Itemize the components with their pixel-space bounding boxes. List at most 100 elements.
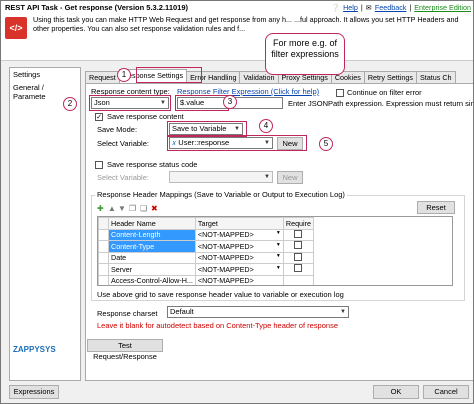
filter-examples-bubble: For more e.g. of filter expressions	[265, 33, 345, 75]
table-row[interactable]: Content-Type <NOT-MAPPED> ▼	[98, 240, 315, 253]
chevron-down-icon: ▼	[275, 264, 281, 271]
separator: |	[409, 3, 412, 12]
charset-select[interactable]: Default ▼	[167, 306, 349, 318]
status-new-button[interactable]: New	[277, 171, 303, 184]
expressions-button[interactable]: Expressions	[9, 385, 59, 399]
header-name-cell[interactable]: Server	[108, 263, 196, 276]
filter-highlight	[175, 95, 229, 111]
target-value: <NOT-MAPPED>	[197, 241, 254, 251]
continue-on-error-label: Continue on filter error	[347, 88, 422, 97]
target-cell[interactable]: <NOT-MAPPED> ▼	[194, 240, 284, 253]
separator: |	[360, 3, 363, 12]
target-cell[interactable]: <NOT-MAPPED> ▼	[194, 251, 284, 264]
charset-value: Default	[170, 307, 194, 316]
status-variable-select[interactable]: ▼	[169, 171, 273, 183]
row-marker	[98, 274, 109, 285]
move-down-icon[interactable]: ▼	[118, 204, 126, 213]
table-row[interactable]: Access-Control-Allow-H... <NOT-MAPPED>	[98, 274, 315, 286]
header-name-cell[interactable]: Content-Type	[108, 240, 196, 253]
mappings-table: Header Name Target Require Content-Lengt…	[98, 217, 315, 286]
row-marker	[98, 240, 109, 253]
require-checkbox[interactable]	[294, 264, 303, 273]
header-name-cell[interactable]: Access-Control-Allow-H...	[108, 274, 196, 285]
test-request-button[interactable]: Test Request/Response	[87, 339, 163, 361]
table-row[interactable]: Server <NOT-MAPPED> ▼	[98, 263, 315, 276]
status-variable-label: Select Variable:	[97, 173, 149, 182]
charset-note: Leave it blank for autodetect based on C…	[97, 321, 338, 330]
header-name-cell[interactable]: Date	[108, 251, 196, 264]
require-checkbox[interactable]	[294, 229, 303, 238]
move-up-icon[interactable]: ▲	[108, 204, 116, 213]
require-cell[interactable]	[282, 263, 315, 276]
window-title: REST API Task - Get response (Version 5.…	[5, 3, 188, 12]
chevron-down-icon: ▼	[340, 309, 346, 315]
settings-sidebar: Settings General / Paramete	[9, 67, 81, 381]
zappysys-logo-text: ZAPPYSYS	[13, 345, 56, 354]
rest-api-task-window: REST API Task - Get response (Version 5.…	[0, 0, 474, 404]
callout-4: 4	[259, 119, 273, 133]
require-cell[interactable]	[282, 274, 315, 285]
cancel-button[interactable]: Cancel	[423, 385, 469, 399]
tab-status-check[interactable]: Status Ch	[415, 71, 456, 83]
callout-5: 5	[319, 137, 333, 151]
require-checkbox[interactable]	[294, 252, 303, 261]
target-value: <NOT-MAPPED>	[197, 230, 254, 240]
rest-api-icon: </>	[5, 17, 27, 39]
callout-3: 3	[223, 95, 237, 109]
select-variable-label: Select Variable:	[97, 139, 149, 148]
save-mode-label: Save Mode:	[97, 125, 138, 134]
save-status-checkbox[interactable]	[95, 161, 103, 169]
continue-on-error-checkbox[interactable]	[336, 89, 344, 97]
column-header-name: Header Name	[108, 217, 196, 230]
zappysys-logo: ZAPPYSYS	[13, 345, 56, 354]
callout-2: 2	[63, 97, 77, 111]
help-link[interactable]: Help	[343, 3, 358, 12]
task-description: Using this task you can make HTTP Web Re…	[33, 15, 459, 33]
paste-icon[interactable]: ❏	[140, 204, 147, 213]
require-checkbox[interactable]	[294, 241, 303, 250]
sidebar-item-settings[interactable]: Settings	[10, 68, 80, 81]
charset-label: Response charset	[97, 309, 158, 318]
table-row[interactable]: Content-Length <NOT-MAPPED> ▼	[98, 228, 315, 241]
column-header-require: Require	[282, 217, 315, 230]
target-value: <NOT-MAPPED>	[197, 264, 254, 274]
target-cell[interactable]: <NOT-MAPPED>	[194, 274, 284, 286]
row-marker	[98, 228, 109, 241]
header-panel: REST API Task - Get response (Version 5.…	[1, 1, 473, 61]
help-icon: ❔	[331, 3, 341, 12]
row-marker	[98, 251, 109, 264]
table-header-row: Header Name Target Require	[98, 217, 315, 230]
enterprise-edition-link[interactable]: Enterprise Edition	[414, 3, 471, 12]
require-cell[interactable]	[282, 251, 315, 264]
chevron-down-icon: ▼	[275, 230, 281, 237]
mappings-hint: Use above grid to save response header v…	[97, 290, 344, 299]
filter-hint: Enter JSONPath expression. Expression mu…	[288, 99, 474, 108]
save-status-label: Save response status code	[107, 160, 198, 169]
ok-button[interactable]: OK	[373, 385, 419, 399]
target-cell[interactable]: <NOT-MAPPED> ▼	[194, 228, 284, 241]
target-cell[interactable]: <NOT-MAPPED> ▼	[194, 263, 284, 276]
header-mappings-title: Response Header Mappings (Save to Variab…	[95, 190, 347, 199]
feedback-icon: ✉	[365, 3, 372, 12]
require-cell[interactable]	[282, 228, 315, 241]
reset-button[interactable]: Reset	[417, 201, 455, 214]
table-row[interactable]: Date <NOT-MAPPED> ▼	[98, 251, 315, 264]
callout-1: 1	[117, 68, 131, 82]
require-cell[interactable]	[282, 240, 315, 253]
target-value: <NOT-MAPPED>	[197, 253, 254, 263]
feedback-link[interactable]: Feedback	[375, 3, 407, 12]
chevron-down-icon: ▼	[275, 241, 281, 248]
save-content-checkbox[interactable]: ✓	[95, 113, 103, 121]
add-row-icon[interactable]: ✚	[97, 204, 104, 213]
content-type-highlight	[89, 95, 171, 111]
header-name-cell[interactable]: Content-Length	[108, 228, 196, 241]
tab-retry-settings[interactable]: Retry Settings	[363, 71, 417, 83]
column-header-target: Target	[194, 217, 284, 230]
target-value: <NOT-MAPPED>	[197, 276, 254, 286]
tab-highlight	[136, 67, 202, 83]
chevron-down-icon: ▼	[275, 253, 281, 260]
variable-highlight	[167, 135, 307, 151]
delete-icon[interactable]: ✖	[151, 204, 158, 213]
tab-request[interactable]: Request	[85, 71, 120, 83]
copy-icon[interactable]: ❐	[129, 204, 136, 213]
